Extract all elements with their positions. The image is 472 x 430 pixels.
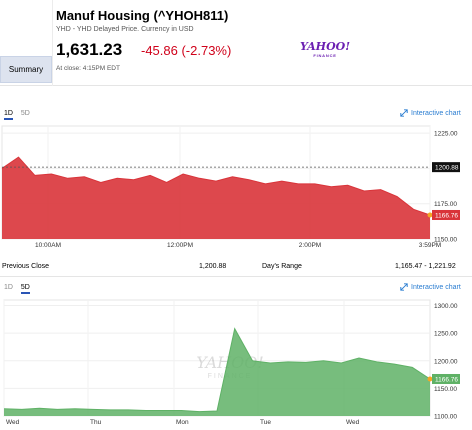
prev-close-label: Previous Close [2,263,50,270]
x-tick-label: Wed [6,419,20,426]
x-tick-label: 12:00PM [167,242,193,249]
y-tick-label: 1175.00 [434,201,457,208]
x-tick-label: Tue [260,419,271,426]
y-tick-label: 1150.00 [434,386,457,393]
x-tick-label: Thu [90,419,102,426]
last-price-label: 1166.76 [435,212,458,219]
tab-5d[interactable]: 5D [20,284,30,294]
interactive-chart-label: Interactive chart [411,283,461,291]
last-price-dot [427,376,433,382]
days-range-value: 1,165.47 - 1,221.92 [395,263,456,270]
quote-subtitle: YHD - YHD Delayed Price. Currency in USD [56,26,194,33]
chart2-range-tabs: 1D 5D [4,284,36,294]
prev-close-value: 1,200.88 [199,263,227,270]
y-tick-label: 1200.00 [434,358,458,365]
last-price-label: 1166.76 [435,376,458,383]
interactive-chart-link[interactable]: Interactive chart [400,109,461,117]
y-tick-label: 1100.00 [434,414,457,421]
quote-title: Manuf Housing (^YHOH811) [56,8,229,23]
x-tick-label: 10:00AM [35,242,61,249]
stats-divider [0,276,472,277]
tab-1d[interactable]: 1D [4,284,13,291]
expand-icon [400,283,408,291]
chart2-price-tags: 1166.76 [427,373,460,384]
chart1-area [2,157,430,239]
quote-change: -45.86 (-2.73%) [141,43,232,58]
tab-1d[interactable]: 1D [4,110,13,120]
interactive-chart-label: Interactive chart [411,109,461,117]
summary-tab[interactable]: Summary [0,56,52,83]
chart2-y-ticks: 1300.00 1250.00 1200.00 1150.00 1100.00 [434,303,458,420]
y-tick-label: 1300.00 [434,303,458,310]
stats-row: Previous Close 1,200.88 Day's Range 1,16… [0,260,472,274]
yahoo-finance-logo[interactable]: YAHOO! FINANCE [300,40,350,58]
x-tick-label: 3:59PM [419,242,441,249]
days-range-label: Day's Range [262,263,302,270]
intraday-chart[interactable]: 1225.001200.001175.001150.00 10:00AM 12:0… [0,124,472,252]
header-divider [52,0,53,86]
chart1-x-ticks: 10:00AM 12:00PM 2:00PM 3:59PM [35,242,441,249]
prev-close-label: 1200.88 [435,165,459,172]
chart1-range-tabs: 1D 5D [4,110,36,120]
chart1-y-ticks: 1225.001200.001175.001150.00 [434,131,458,244]
close-time: At close: 4:15PM EDT [56,65,120,72]
x-tick-label: 2:00PM [299,242,321,249]
logo-main: YAHOO! [300,40,351,53]
chart1-price-tags: 1166.76 1200.88 [427,162,460,220]
tab-5d[interactable]: 5D [21,110,30,117]
interactive-chart-link[interactable]: Interactive chart [400,283,461,291]
expand-icon [400,109,408,117]
y-tick-label: 1250.00 [434,331,458,338]
chart2-x-ticks: Wed Thu Mon Tue Wed [6,419,360,426]
y-tick-label: 1225.00 [434,131,458,138]
last-price-dot [427,212,433,218]
x-tick-label: Wed [346,419,360,426]
quote-header: Summary Manuf Housing (^YHOH811) YHD - Y… [0,0,472,86]
logo-sub: FINANCE [313,53,337,58]
quote-price: 1,631.23 [56,40,123,59]
five-day-chart[interactable]: YAHOO! FINANCE 1300.001250.001200.001150… [0,298,472,430]
x-tick-label: Mon [176,419,189,426]
